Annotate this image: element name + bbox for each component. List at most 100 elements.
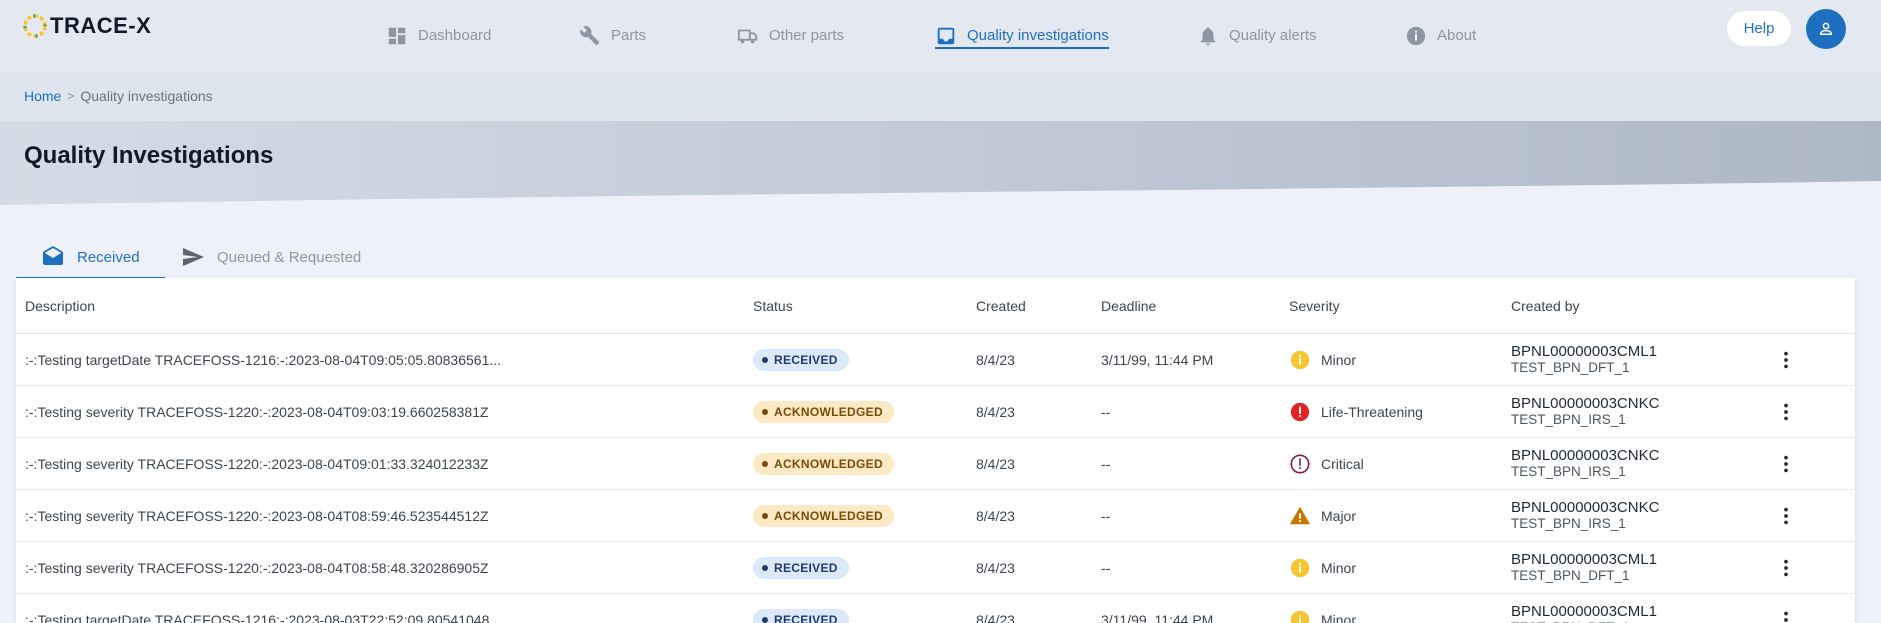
row-created-by: BPNL00000003CNKC TEST_BPN_IRS_1 [1511, 438, 1659, 490]
status-label: RECEIVED [774, 561, 838, 575]
nav-quality-alerts[interactable]: Quality alerts [1197, 0, 1317, 71]
severity-label: Minor [1321, 612, 1357, 623]
row-description: :-:Testing targetDate TRACEFOSS-1216:-:2… [25, 612, 490, 623]
inbox-icon [937, 27, 955, 44]
status-badge: ACKNOWLEDGED [753, 505, 894, 527]
row-description: :-:Testing severity TRACEFOSS-1220:-:202… [25, 508, 489, 524]
life-threatening-severity-icon [1290, 402, 1310, 422]
truck-icon [737, 29, 758, 43]
info-icon [1406, 26, 1426, 45]
more-vert-icon [1784, 507, 1788, 525]
minor-severity-icon [1290, 558, 1310, 578]
more-vert-icon [1784, 455, 1788, 473]
table-row[interactable]: :-:Testing severity TRACEFOSS-1220:-:202… [16, 386, 1855, 438]
row-status-cell: RECEIVED [753, 594, 849, 623]
row-deadline: -- [1101, 404, 1111, 420]
tab-received-label: Received [77, 248, 140, 266]
minor-severity-icon [1290, 350, 1310, 370]
investigations-table: Description Status Created Deadline Seve… [16, 278, 1855, 623]
page-title: Quality Investigations [24, 142, 274, 169]
table-row[interactable]: :-:Testing targetDate TRACEFOSS-1216:-:2… [16, 334, 1855, 386]
row-description-cell: :-:Testing severity TRACEFOSS-1220:-:202… [25, 490, 545, 542]
user-menu-button[interactable] [1806, 9, 1846, 49]
row-created: 8/4/23 [976, 404, 1015, 420]
row-severity: Minor [1289, 334, 1356, 386]
help-button[interactable]: Help [1727, 11, 1791, 46]
row-more-actions-button[interactable] [1774, 400, 1798, 424]
row-created: 8/4/23 [976, 508, 1015, 524]
row-status-cell: ACKNOWLEDGED [753, 438, 894, 490]
column-header-status[interactable]: Status [753, 278, 793, 334]
status-dot [762, 409, 768, 415]
row-created: 8/4/23 [976, 456, 1015, 472]
more-vert-icon [1784, 351, 1788, 369]
row-created-by: BPNL00000003CNKC TEST_BPN_IRS_1 [1511, 490, 1659, 542]
nav-quality-investigations-label: Quality investigations [967, 27, 1109, 44]
table-row[interactable]: :-:Testing targetDate TRACEFOSS-1216:-:2… [16, 594, 1855, 623]
nav-dashboard-label: Dashboard [418, 27, 492, 44]
nav-parts-label: Parts [611, 27, 647, 44]
table-row[interactable]: :-:Testing severity TRACEFOSS-1220:-:202… [16, 438, 1855, 490]
logo-ring-icon [23, 14, 47, 38]
nav-dashboard[interactable]: Dashboard [386, 0, 491, 71]
logo-text: TRACE-X [50, 13, 152, 38]
column-header-description[interactable]: Description [25, 278, 95, 334]
status-dot [762, 461, 768, 467]
nav-other-parts[interactable]: Other parts [737, 0, 844, 71]
row-description-cell: :-:Testing targetDate TRACEFOSS-1216:-:2… [25, 594, 545, 623]
row-created: 8/4/23 [976, 560, 1015, 576]
creator-name: TEST_BPN_IRS_1 [1511, 412, 1626, 427]
status-label: RECEIVED [774, 353, 838, 367]
row-description: :-:Testing severity TRACEFOSS-1220:-:202… [25, 560, 489, 576]
creator-name: TEST_BPN_IRS_1 [1511, 516, 1626, 531]
status-badge: ACKNOWLEDGED [753, 401, 894, 423]
column-header-deadline[interactable]: Deadline [1101, 278, 1156, 334]
row-status-cell: RECEIVED [753, 542, 849, 594]
status-label: ACKNOWLEDGED [774, 509, 883, 523]
more-vert-icon [1784, 559, 1788, 577]
column-header-created-by[interactable]: Created by [1511, 278, 1579, 334]
breadcrumb-current: Quality investigations [80, 88, 213, 104]
breadcrumb-home-link[interactable]: Home [24, 88, 61, 104]
critical-severity-icon [1290, 454, 1310, 474]
table-row[interactable]: :-:Testing severity TRACEFOSS-1220:-:202… [16, 490, 1855, 542]
row-more-actions-button[interactable] [1774, 504, 1798, 528]
row-created-by: BPNL00000003CML1TEST_BPN_DFT_1 [1511, 542, 1657, 594]
breadcrumb-separator: > [67, 89, 75, 103]
table-row[interactable]: :-:Testing severity TRACEFOSS-1220:-:202… [16, 542, 1855, 594]
nav-about[interactable]: About [1405, 0, 1476, 71]
row-more-actions-button[interactable] [1774, 348, 1798, 372]
severity-label: Major [1321, 508, 1357, 524]
row-status-cell: RECEIVED [753, 334, 849, 386]
severity-label: Life-Threatening [1321, 404, 1423, 420]
row-severity: Life-Threatening [1289, 386, 1423, 438]
column-header-created[interactable]: Created [976, 278, 1026, 334]
status-label: RECEIVED [774, 613, 838, 623]
row-actions-cell [1774, 542, 1798, 594]
nav-quality-investigations[interactable]: Quality investigations [935, 0, 1109, 71]
row-actions-cell [1774, 386, 1798, 438]
row-actions-cell [1774, 490, 1798, 542]
send-icon [183, 248, 204, 266]
app-logo[interactable]: TRACE-X [22, 13, 151, 39]
major-severity-icon [1289, 506, 1311, 525]
status-dot [762, 617, 768, 623]
row-more-actions-button[interactable] [1774, 608, 1798, 623]
row-more-actions-button[interactable] [1774, 556, 1798, 580]
creator-bpn: BPNL00000003CNKC [1511, 499, 1660, 516]
row-more-actions-button[interactable] [1774, 452, 1798, 476]
row-actions-cell [1774, 334, 1798, 386]
tab-queued-requested[interactable]: Queued & Requested [156, 236, 386, 278]
row-deadline: 3/11/99, 11:44 PM [1101, 612, 1214, 623]
nav-parts[interactable]: Parts [579, 0, 646, 71]
more-vert-icon [1784, 611, 1788, 622]
nav-other-parts-label: Other parts [769, 27, 845, 44]
status-dot [762, 513, 768, 519]
breadcrumb: Home > Quality investigations [0, 71, 1881, 121]
tab-received[interactable]: Received [16, 236, 165, 279]
column-header-severity[interactable]: Severity [1289, 278, 1340, 334]
dashboard-icon [388, 27, 406, 44]
more-vert-icon [1784, 403, 1788, 421]
status-dot [762, 357, 768, 363]
creator-bpn: BPNL00000003CML1 [1511, 551, 1657, 568]
